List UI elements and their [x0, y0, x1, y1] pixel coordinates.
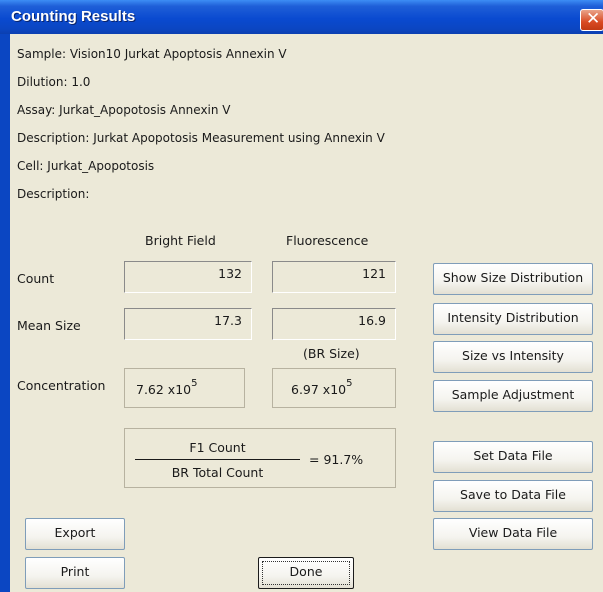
sample-adjustment-button[interactable]: Sample Adjustment [433, 380, 593, 412]
mean-size-bright-value: 17.3 [214, 313, 242, 328]
ratio-numerator: F1 Count [189, 440, 246, 455]
window-border [0, 34, 10, 592]
view-data-file-label: View Data File [468, 525, 558, 540]
mean-size-bright-field: 17.3 [124, 308, 252, 340]
description2-text: Description: [17, 187, 90, 201]
title-bar: Counting Results ✕ [0, 0, 603, 34]
mean-size-fluorescence-value: 16.9 [358, 313, 386, 328]
count-bright-field: 132 [124, 261, 252, 293]
description-text: Description: Jurkat Apopotosis Measureme… [17, 131, 385, 145]
done-label: Done [289, 564, 323, 579]
size-vs-intensity-label: Size vs Intensity [462, 348, 564, 363]
counting-results-window: Counting Results ✕ Sample: Vision10 Jurk… [0, 0, 603, 592]
sample-text: Sample: Vision10 Jurkat Apoptosis Annexi… [17, 47, 287, 61]
conc-fluorescence-exponent: 5 [346, 378, 353, 389]
fluorescence-header: Fluorescence [286, 233, 369, 248]
ratio-box: F1 Count BR Total Count = 91.7% [124, 428, 396, 488]
export-label: Export [54, 525, 96, 540]
concentration-label: Concentration [17, 378, 106, 393]
conc-bright-base: 7.62 x10 [136, 382, 192, 397]
count-fluorescence-value: 121 [362, 266, 386, 281]
window-title: Counting Results [11, 8, 136, 25]
export-button[interactable]: Export [25, 518, 125, 550]
fraction-bar [135, 459, 300, 460]
ratio-denominator: BR Total Count [171, 465, 264, 480]
size-vs-intensity-button[interactable]: Size vs Intensity [433, 341, 593, 373]
set-data-file-label: Set Data File [473, 448, 553, 463]
ratio-result: = 91.7% [309, 452, 364, 467]
concentration-bright-box: 7.62 x105 [124, 368, 245, 408]
bright-field-header: Bright Field [145, 233, 216, 248]
conc-bright-exponent: 5 [191, 378, 198, 389]
save-to-data-file-label: Save to Data File [460, 487, 566, 502]
set-data-file-button[interactable]: Set Data File [433, 441, 593, 473]
concentration-fluorescence-box: 6.97 x105 [272, 368, 396, 408]
save-to-data-file-button[interactable]: Save to Data File [433, 480, 593, 512]
mean-size-label: Mean Size [17, 318, 81, 333]
intensity-distribution-label: Intensity Distribution [447, 310, 579, 325]
conc-fluorescence-base: 6.97 x10 [291, 382, 347, 397]
assay-text: Assay: Jurkat_Apopotosis Annexin V [17, 103, 231, 117]
dilution-text: Dilution: 1.0 [17, 75, 91, 89]
intensity-distribution-button[interactable]: Intensity Distribution [433, 303, 593, 335]
br-size-label: (BR Size) [303, 346, 360, 361]
close-icon: ✕ [586, 9, 601, 29]
print-label: Print [60, 564, 90, 579]
count-fluorescence-field: 121 [272, 261, 396, 293]
close-button[interactable]: ✕ [580, 9, 603, 31]
print-button[interactable]: Print [25, 557, 125, 589]
sample-adjustment-label: Sample Adjustment [451, 387, 575, 402]
done-button[interactable]: Done [258, 557, 354, 589]
cell-text: Cell: Jurkat_Apopotosis [17, 159, 155, 173]
count-bright-value: 132 [218, 266, 242, 281]
show-size-distribution-button[interactable]: Show Size Distribution [433, 263, 593, 295]
show-size-distribution-label: Show Size Distribution [442, 270, 584, 285]
count-label: Count [17, 271, 55, 286]
view-data-file-button[interactable]: View Data File [433, 518, 593, 550]
mean-size-fluorescence-field: 16.9 [272, 308, 396, 340]
